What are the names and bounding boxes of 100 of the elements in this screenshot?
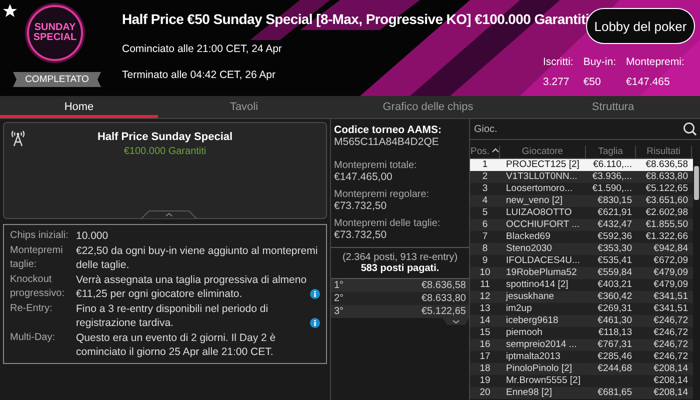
bounty-cell-text: €403,21: [596, 279, 633, 291]
position-cell-text: 1: [481, 159, 489, 171]
player-row[interactable]: 6 OCCHIUFORT ... €432,47 €1.855,50: [470, 219, 693, 231]
position-cell-text: 19: [478, 375, 492, 387]
position-cell-text: 11: [479, 279, 491, 291]
player-row[interactable]: 3 Loosertomoro... €1.590,... €5.122,65: [470, 183, 693, 195]
result-cell-text: €246,72: [652, 315, 689, 327]
pool-value: €73.732,50: [334, 200, 388, 212]
event-logo: SUNDAY SPECIAL: [27, 5, 83, 61]
player-row[interactable]: 2 V1T3LL0T0NN... €3.936,... €8.633,80: [470, 171, 693, 183]
position-cell-text: 2: [481, 171, 489, 183]
player-search-field[interactable]: Gioc.: [470, 119, 683, 139]
player-row[interactable]: 4 new_veno [2] €830,15 €3.651,60: [470, 195, 693, 207]
pool-label: Montepremi totale:: [334, 160, 418, 171]
expand-tab[interactable]: [443, 318, 469, 325]
position-cell-text: 5: [481, 207, 489, 219]
player-name-cell-text: PROJECT125 [2]: [505, 159, 580, 171]
player-row[interactable]: 8 Steno2030 €353,30 €942,84: [470, 243, 693, 255]
position-cell-text: 16: [478, 339, 492, 351]
prize-amount: €8.636,58: [422, 279, 466, 292]
bounty-cell-text: €3.936,...: [591, 171, 633, 183]
result-cell-text: €208,14: [652, 363, 689, 375]
info-icon[interactable]: [310, 318, 320, 328]
player-row[interactable]: 16 sempreio2014 ... €767,31 €246,72: [470, 339, 693, 351]
position-cell-text: 8: [481, 243, 489, 255]
pool-label: Montepremi regolare:: [334, 189, 430, 200]
tab[interactable]: Struttura: [526, 96, 700, 118]
player-row[interactable]: 5 LUIZAO8OTTO €621,91 €2.602,98: [470, 207, 693, 219]
player-row[interactable]: 11 spottino414 [2] €403,21 €479,09: [470, 279, 693, 291]
pool-label: Montepremi delle taglie:: [334, 218, 442, 229]
tab[interactable]: Tavoli: [158, 96, 330, 118]
player-name-cell-text: new_veno [2]: [505, 195, 564, 207]
position-cell-text: 13: [478, 303, 492, 315]
code-label: Codice torneo AAMS:: [334, 124, 443, 136]
result-cell-text: €341,51: [652, 303, 689, 315]
result-cell-text: €246,72: [652, 327, 689, 339]
bounty-cell-text: €830,15: [596, 195, 633, 207]
bounty-cell-text: €432,47: [596, 219, 633, 231]
stat-value: €50: [583, 76, 602, 88]
event-name: Half Price Sunday Special: [97, 131, 233, 143]
position-cell-text: 15: [478, 327, 492, 339]
place-label: 1°: [334, 279, 344, 292]
position-cell-text: 14: [478, 315, 492, 327]
player-name-cell-text: OCCHIUFORT ...: [505, 219, 581, 231]
search-icon[interactable]: [683, 122, 697, 136]
column-header[interactable]: Pos.: [470, 146, 500, 158]
detail-label: Montepremi taglie:: [10, 244, 64, 272]
info-icon[interactable]: [310, 289, 320, 299]
result-cell-text: €1.322,66: [644, 231, 689, 243]
bounty-cell-text: €535,41: [596, 255, 633, 267]
column-header[interactable]: Giocatore: [500, 146, 586, 158]
bounty-cell-text: €592,36: [596, 231, 633, 243]
stat-label: Montepremi:: [626, 56, 684, 68]
result-cell-text: €2.602,98: [644, 207, 689, 219]
prize-amount: €5.122,65: [422, 305, 466, 318]
player-row[interactable]: 9 IFOLDACES4U... €535,41 €672,09: [470, 255, 693, 267]
player-name-cell-text: 19RobePluma52: [505, 267, 578, 279]
player-row[interactable]: 18 PinoloPinolo [2] €244,68 €208,14: [470, 363, 693, 375]
column-header[interactable]: Taglia: [586, 146, 636, 158]
result-cell-text: €942,84: [652, 243, 689, 255]
player-row[interactable]: 17 iptmalta2013 €285,46 €246,72: [470, 351, 693, 363]
antenna-icon: [11, 129, 25, 147]
detail-value: 10.000: [76, 229, 110, 243]
result-cell-text: €8.636,58: [644, 159, 689, 171]
player-name-cell-text: Loosertomoro...: [505, 183, 574, 195]
result-cell-text: €5.122,65: [644, 183, 689, 195]
player-name-cell-text: im2up: [505, 303, 533, 315]
result-cell-text: €208,14: [652, 387, 689, 399]
bounty-cell-text: €681,65: [596, 387, 633, 399]
code-value: M565C11A84B4D2QE: [334, 136, 440, 148]
player-row[interactable]: 7 Blacked69 €592,36 €1.322,66: [470, 231, 693, 243]
result-cell-text: €208,14: [652, 375, 689, 387]
player-row[interactable]: 19 Mr.Brown5555 [2] €208,14: [470, 375, 693, 387]
player-row[interactable]: 13 im2up €269,31 €341,51: [470, 303, 693, 315]
player-name-cell-text: piemooh: [505, 327, 544, 339]
player-name-cell-text: Mr.Brown5555 [2]: [505, 375, 582, 387]
position-cell-text: 3: [481, 183, 489, 195]
position-cell-text: 10: [478, 267, 492, 279]
sort-icon: [492, 148, 498, 153]
bounty-cell-text: €461,30: [596, 315, 633, 327]
tab[interactable]: Home: [0, 96, 158, 118]
player-row[interactable]: 14 iceberg9618 €461,30 €246,72: [470, 315, 693, 327]
column-header[interactable]: Risultati: [636, 146, 692, 158]
stat-value: 3.277: [543, 76, 570, 88]
player-name-cell-text: Blacked69: [505, 231, 552, 243]
scrollbar-thumb[interactable]: [694, 166, 699, 200]
star-icon[interactable]: [3, 4, 17, 17]
player-name-cell-text: jesuskhane: [504, 291, 556, 303]
bounty-cell-text: €269,31: [596, 303, 633, 315]
position-cell-text: 17: [478, 351, 492, 363]
bounty-cell-text: €767,31: [596, 339, 633, 351]
position-cell-text: 12: [478, 291, 492, 303]
player-row[interactable]: 12 jesuskhane €360,42 €341,51: [470, 291, 693, 303]
player-row[interactable]: 1 PROJECT125 [2] €6.110,... €8.636,58: [470, 159, 693, 171]
player-row[interactable]: 10 19RobePluma52 €559,84 €479,09: [470, 267, 693, 279]
position-cell-text: 6: [481, 219, 489, 231]
player-row[interactable]: 15 piemooh €118,13 €246,72: [470, 327, 693, 339]
tab[interactable]: Grafico delle chips: [330, 96, 526, 118]
result-cell-text: €8.633,80: [644, 171, 689, 183]
player-row[interactable]: 20 Enne98 [2] €681,65 €208,14: [470, 387, 693, 399]
